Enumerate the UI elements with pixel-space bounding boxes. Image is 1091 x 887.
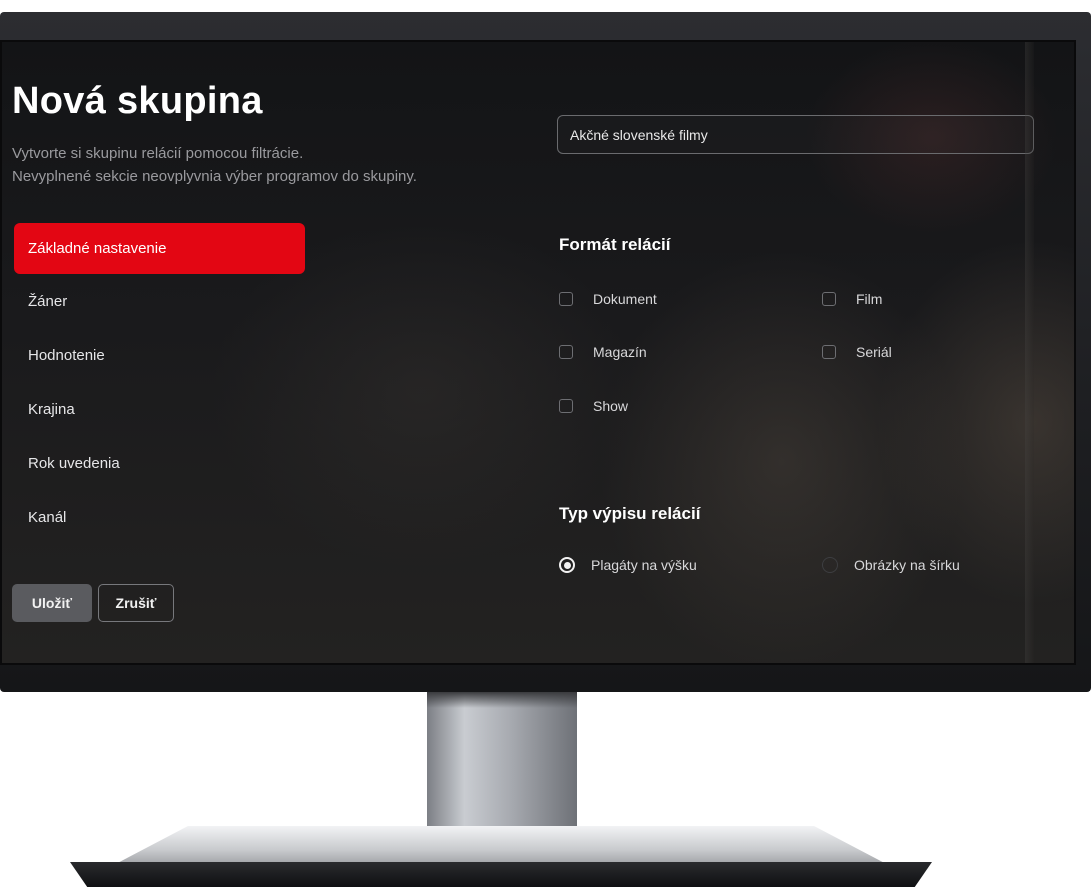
film-checkbox[interactable] — [822, 292, 836, 306]
nav-item-genre[interactable]: Žáner — [14, 276, 305, 328]
magazin-label: Magazín — [593, 344, 647, 360]
listing-option-portrait[interactable]: Plagáty na výšku — [559, 555, 697, 575]
dokument-checkbox[interactable] — [559, 292, 573, 306]
show-checkbox[interactable] — [559, 399, 573, 413]
cancel-button[interactable]: Zrušiť — [98, 584, 174, 622]
monitor-screen: Nová skupina Vytvorte si skupinu relácií… — [0, 40, 1076, 665]
page-subtitle: Vytvorte si skupinu relácií pomocou filt… — [12, 142, 417, 188]
nav-item-release-year[interactable]: Rok uvedenia — [14, 438, 305, 490]
film-label: Film — [856, 291, 883, 307]
subtitle-line-1: Vytvorte si skupinu relácií pomocou filt… — [12, 145, 304, 162]
monitor-stand-base — [111, 826, 891, 866]
listing-section-title: Typ výpisu relácií — [559, 504, 701, 523]
portrait-radio[interactable] — [559, 557, 575, 573]
magazin-checkbox[interactable] — [559, 345, 573, 359]
serial-label: Seriál — [856, 344, 892, 360]
format-option-magazin[interactable]: Magazín — [559, 342, 647, 362]
listing-option-landscape[interactable]: Obrázky na šírku — [822, 555, 960, 575]
page-title: Nová skupina — [12, 80, 263, 122]
format-section-title: Formát relácií — [559, 235, 671, 254]
monitor-stand-neck — [427, 692, 577, 832]
format-option-show[interactable]: Show — [559, 396, 628, 416]
format-option-serial[interactable]: Seriál — [822, 342, 892, 362]
format-option-dokument[interactable]: Dokument — [559, 289, 657, 309]
nav-item-basic-settings[interactable]: Základné nastavenie — [14, 223, 305, 274]
save-button[interactable]: Uložiť — [12, 584, 92, 622]
group-name-input[interactable] — [557, 115, 1034, 154]
nav-item-country[interactable]: Krajina — [14, 384, 305, 436]
landscape-label: Obrázky na šírku — [854, 557, 960, 573]
monitor-stand-base-edge — [70, 862, 932, 887]
show-label: Show — [593, 398, 629, 414]
subtitle-line-2: Nevyplnené sekcie neovplyvnia výber prog… — [12, 168, 417, 185]
format-option-film[interactable]: Film — [822, 289, 882, 309]
monitor-stand-neck-shadow — [427, 692, 577, 708]
dokument-label: Dokument — [593, 291, 657, 307]
nav-item-channel[interactable]: Kanál — [14, 492, 305, 544]
nav-item-rating[interactable]: Hodnotenie — [14, 330, 305, 382]
serial-checkbox[interactable] — [822, 345, 836, 359]
settings-nav: Základné nastavenie Žáner Hodnotenie Kra… — [14, 223, 305, 544]
landscape-radio[interactable] — [822, 557, 838, 573]
portrait-label: Plagáty na výšku — [591, 557, 697, 573]
